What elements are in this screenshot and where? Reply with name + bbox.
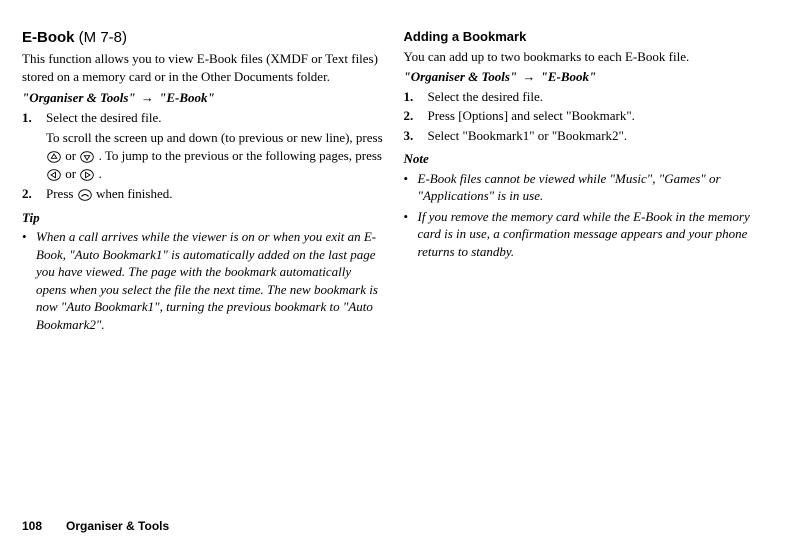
step-number: 3.	[404, 127, 428, 145]
arrow-icon: →	[136, 90, 160, 105]
bullet-icon: •	[22, 228, 36, 333]
step-number: 1.	[404, 88, 428, 106]
sub-text-e: .	[99, 166, 102, 181]
right-column: Adding a Bookmark You can add up to two …	[404, 28, 766, 336]
arrow-icon: →	[517, 69, 541, 84]
tip-text: When a call arrives while the viewer is …	[36, 228, 384, 333]
sub-text-a: To scroll the screen up and down (to pre…	[46, 130, 383, 145]
bullet-icon: •	[404, 170, 418, 205]
heading-main: E-Book	[22, 29, 79, 46]
note-bullet-1: • E-Book files cannot be viewed while "M…	[404, 170, 766, 205]
page-number: 108	[22, 519, 42, 533]
right-step-2: 2. Press [Options] and select "Bookmark"…	[404, 107, 766, 125]
step-text: Press when finished.	[46, 185, 384, 203]
note-text: E-Book files cannot be viewed while "Mus…	[418, 170, 766, 205]
ebook-heading: E-Book (M 7-8)	[22, 28, 384, 48]
right-key-icon	[80, 169, 94, 181]
footer-section: Organiser & Tools	[66, 519, 169, 533]
path-part-a: "Organiser & Tools"	[22, 90, 136, 105]
heading-menu-glyph: M	[84, 29, 97, 46]
ebook-path: "Organiser & Tools" → "E-Book"	[22, 89, 384, 107]
sub-text-b: or	[65, 148, 79, 163]
down-key-icon	[80, 151, 94, 163]
step2-b: when finished.	[96, 186, 173, 201]
heading-menu-num: 7-8)	[96, 29, 127, 46]
path-part-b: "E-Book"	[159, 90, 215, 105]
step2-a: Press	[46, 186, 77, 201]
left-step-1-sub: To scroll the screen up and down (to pre…	[46, 129, 384, 182]
path-part-a: "Organiser & Tools"	[404, 69, 518, 84]
sub-text-d: or	[65, 166, 79, 181]
right-step-1: 1. Select the desired file.	[404, 88, 766, 106]
ebook-intro: This function allows you to view E-Book …	[22, 50, 384, 85]
step-text: Select the desired file.	[428, 88, 766, 106]
step-number: 2.	[22, 185, 46, 203]
left-step-2: 2. Press when finished.	[22, 185, 384, 203]
note-label: Note	[404, 150, 766, 168]
right-step-3: 3. Select "Bookmark1" or "Bookmark2".	[404, 127, 766, 145]
step-number: 2.	[404, 107, 428, 125]
left-key-icon	[47, 169, 61, 181]
up-key-icon	[47, 151, 61, 163]
sub-text-c: . To jump to the previous or the followi…	[99, 148, 382, 163]
step-text: Press [Options] and select "Bookmark".	[428, 107, 766, 125]
left-step-1: 1. Select the desired file.	[22, 109, 384, 127]
step-number: 1.	[22, 109, 46, 127]
step-text: Select the desired file.	[46, 109, 384, 127]
tip-label: Tip	[22, 209, 384, 227]
bookmark-intro: You can add up to two bookmarks to each …	[404, 48, 766, 66]
tip-bullet: • When a call arrives while the viewer i…	[22, 228, 384, 333]
path-part-b: "E-Book"	[541, 69, 597, 84]
page-footer: 108 Organiser & Tools	[22, 518, 169, 534]
bookmark-path: "Organiser & Tools" → "E-Book"	[404, 68, 766, 86]
end-key-icon	[78, 189, 92, 201]
left-column: E-Book (M 7-8) This function allows you …	[22, 28, 384, 336]
bookmark-heading: Adding a Bookmark	[404, 28, 766, 46]
bullet-icon: •	[404, 208, 418, 261]
step-text: Select "Bookmark1" or "Bookmark2".	[428, 127, 766, 145]
note-text: If you remove the memory card while the …	[418, 208, 766, 261]
note-bullet-2: • If you remove the memory card while th…	[404, 208, 766, 261]
